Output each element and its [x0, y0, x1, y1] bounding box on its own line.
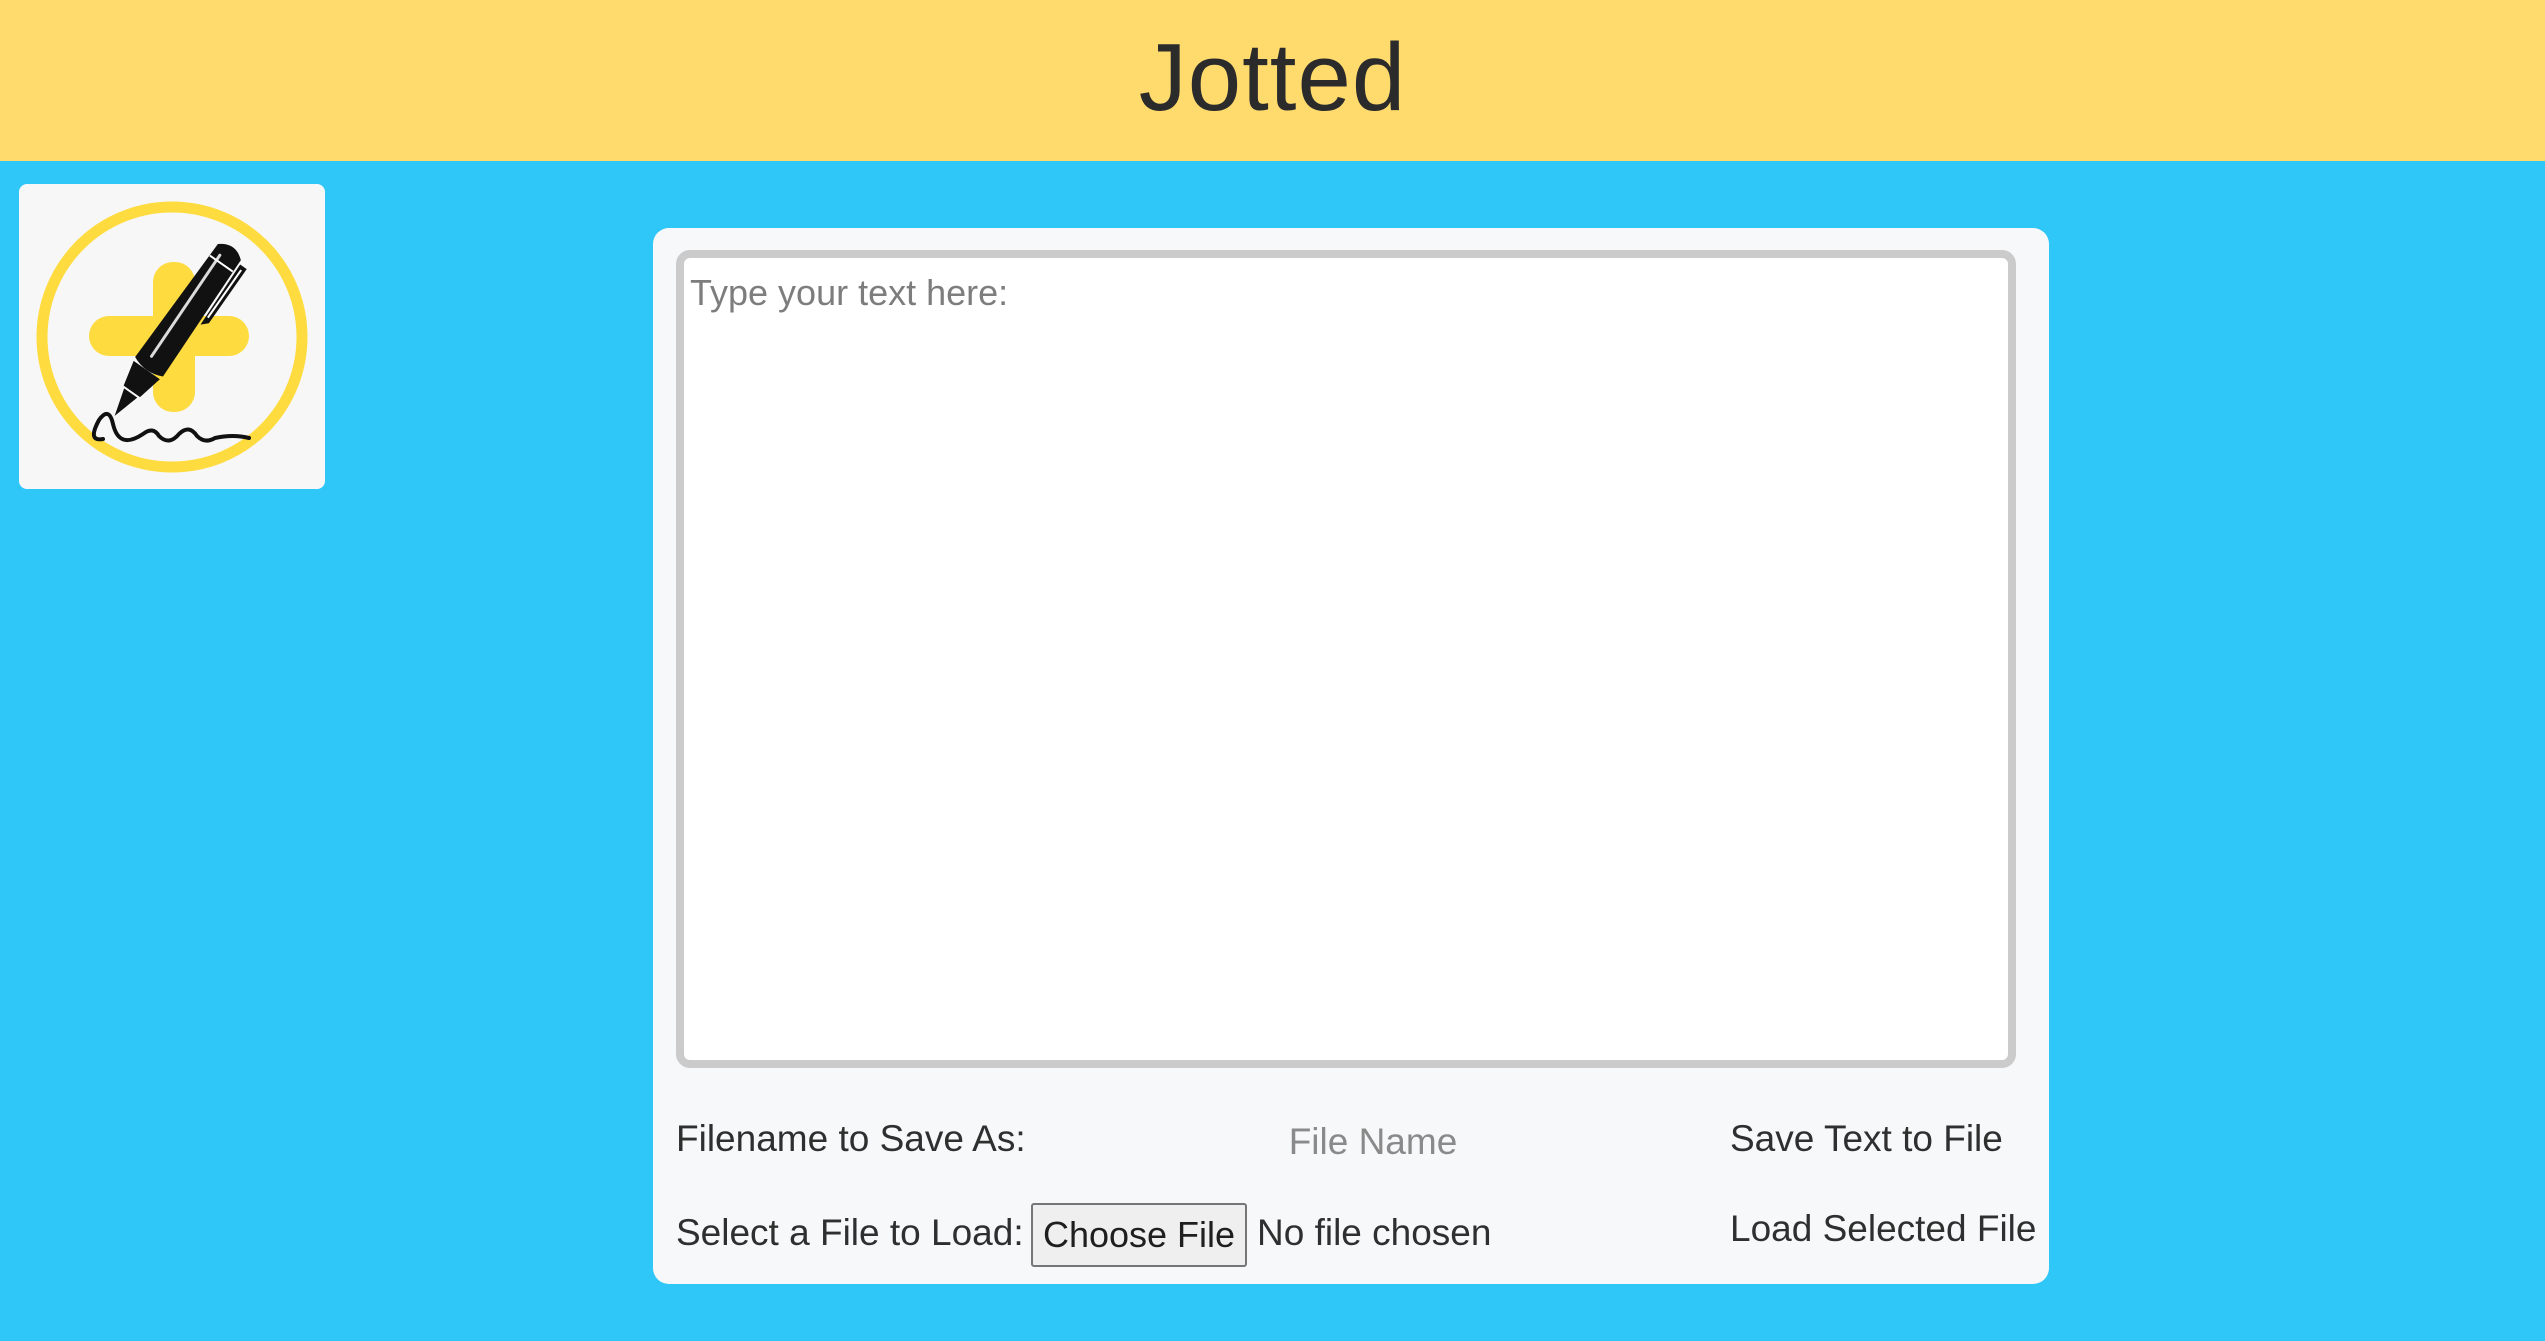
- app-logo: [19, 184, 325, 489]
- text-editor[interactable]: [676, 250, 2016, 1068]
- save-text-button[interactable]: Save Text to File: [1730, 1118, 2003, 1160]
- app-title: Jotted: [1138, 23, 1407, 131]
- file-status-text: No file chosen: [1257, 1212, 1492, 1253]
- filename-input[interactable]: [1113, 1110, 1633, 1174]
- load-file-button[interactable]: Load Selected File: [1730, 1208, 2036, 1250]
- editor-card: Filename to Save As: Save Text to File S…: [653, 228, 2049, 1284]
- app-header: Jotted: [0, 0, 2545, 161]
- pen-with-plus-logo-icon: [36, 201, 308, 473]
- load-file-label: Select a File to Load:: [676, 1212, 1024, 1253]
- choose-file-button[interactable]: Choose File: [1031, 1203, 1247, 1267]
- save-filename-label: Filename to Save As:: [676, 1118, 1026, 1159]
